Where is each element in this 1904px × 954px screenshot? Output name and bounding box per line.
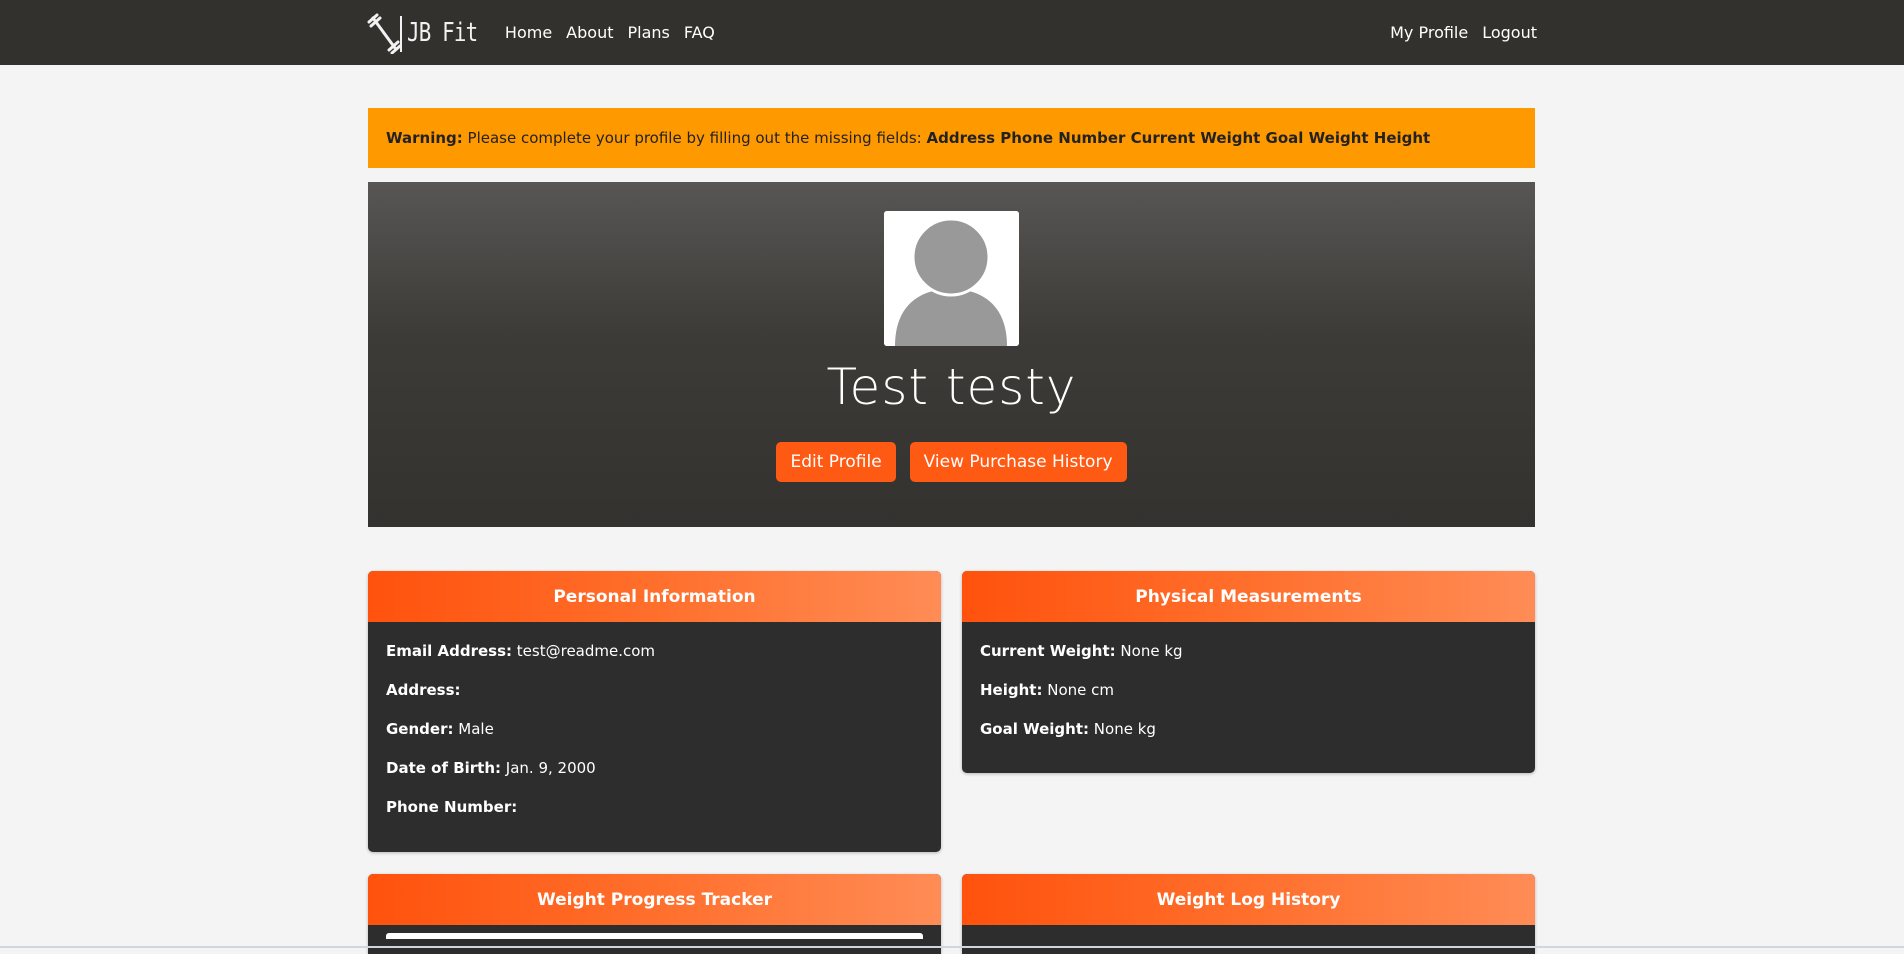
physical-measurements-card: Physical Measurements Current Weight: No… (962, 571, 1535, 773)
user-avatar-icon (884, 211, 1019, 346)
measure-label: Current Weight: (980, 642, 1116, 660)
avatar (884, 211, 1019, 346)
info-value: test@readme.com (517, 642, 655, 660)
info-row-dob: Date of Birth: Jan. 9, 2000 (386, 757, 923, 796)
profile-name: Test testy (368, 358, 1535, 416)
measure-value: None kg (1120, 642, 1182, 660)
info-row-gender: Gender: Male (386, 718, 923, 757)
measure-label: Height: (980, 681, 1042, 699)
personal-info-body: Email Address: test@readme.com Address: … (368, 622, 941, 845)
measure-value: None kg (1094, 720, 1156, 738)
weight-progress-tracker-title: Weight Progress Tracker (368, 874, 941, 925)
navbar: JB Fit Home About Plans FAQ My Profile L… (0, 0, 1904, 65)
profile-actions: Edit Profile View Purchase History (368, 442, 1535, 482)
info-label: Date of Birth: (386, 759, 501, 777)
profile-hero: Test testy Edit Profile View Purchase Hi… (368, 182, 1535, 527)
view-purchase-history-button[interactable]: View Purchase History (910, 442, 1127, 482)
weight-progress-tracker-card: Weight Progress Tracker (368, 874, 941, 954)
measure-row-height: Height: None cm (980, 679, 1517, 718)
physical-measurements-title: Physical Measurements (962, 571, 1535, 622)
info-row-phone: Phone Number: (386, 796, 923, 835)
personal-info-card: Personal Information Email Address: test… (368, 571, 941, 852)
brand-logo[interactable]: JB Fit (367, 11, 495, 55)
dumbbell-icon (367, 12, 403, 54)
nav-logout[interactable]: Logout (1482, 23, 1537, 42)
info-row-email: Email Address: test@readme.com (386, 640, 923, 679)
navbar-inner: JB Fit Home About Plans FAQ My Profile L… (367, 0, 1537, 65)
weight-log-history-card: Weight Log History (962, 874, 1535, 954)
nav-right: My Profile Logout (1376, 23, 1537, 42)
personal-info-title: Personal Information (368, 571, 941, 622)
nav-plans[interactable]: Plans (627, 23, 669, 42)
nav-my-profile[interactable]: My Profile (1390, 23, 1468, 42)
info-value: Jan. 9, 2000 (506, 759, 596, 777)
weight-log-history-title: Weight Log History (962, 874, 1535, 925)
info-label: Gender: (386, 720, 453, 738)
brand-text: JB Fit (407, 18, 477, 48)
info-row-address: Address: (386, 679, 923, 718)
warning-banner: Warning: Please complete your profile by… (368, 108, 1535, 168)
info-value: Male (458, 720, 494, 738)
warning-message: Please complete your profile by filling … (468, 129, 922, 147)
nav-home[interactable]: Home (505, 23, 552, 42)
warning-label: Warning: (386, 129, 463, 147)
info-label: Address: (386, 681, 461, 699)
physical-measurements-body: Current Weight: None kg Height: None cm … (962, 622, 1535, 767)
edit-profile-button[interactable]: Edit Profile (776, 442, 895, 482)
nav-about[interactable]: About (566, 23, 613, 42)
measure-row-goal-weight: Goal Weight: None kg (980, 718, 1517, 757)
info-label: Phone Number: (386, 798, 517, 816)
measure-row-current-weight: Current Weight: None kg (980, 640, 1517, 679)
info-label: Email Address: (386, 642, 512, 660)
nav-links: Home About Plans FAQ (491, 23, 715, 42)
warning-missing-fields: Address Phone Number Current Weight Goal… (927, 129, 1431, 147)
measure-label: Goal Weight: (980, 720, 1089, 738)
weight-progress-chart-area (386, 933, 923, 939)
measure-value: None cm (1047, 681, 1114, 699)
nav-faq[interactable]: FAQ (684, 23, 715, 42)
